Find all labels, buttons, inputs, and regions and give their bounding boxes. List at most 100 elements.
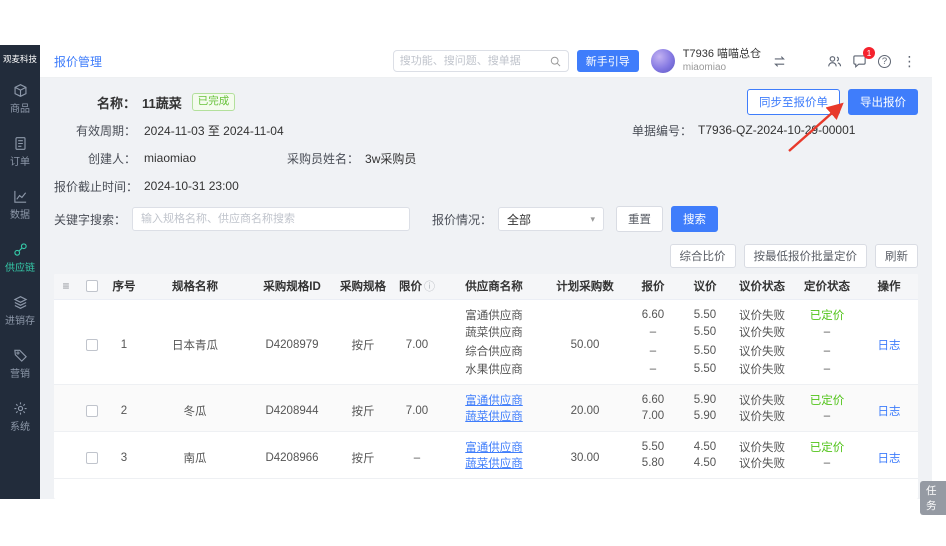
quote-status-select[interactable]: 全部 ▾ (498, 207, 604, 231)
app-logo: 观麦科技 (3, 54, 37, 65)
keyword-input[interactable] (132, 207, 410, 231)
price-status-cell: 已定价 (794, 299, 860, 323)
nego-status-cell: 议价失败 (730, 384, 794, 408)
nego-cell: 4.50 (680, 455, 730, 479)
select-all-checkbox[interactable] (86, 280, 98, 292)
quote-cell: 6.60 (626, 299, 680, 323)
seq-cell: 3 (106, 431, 142, 478)
field-row-period: 有效周期： 2024-11-03 至 2024-11-04 单据编号： T793… (54, 116, 918, 144)
log-link[interactable]: 日志 (878, 340, 901, 352)
planned-qty-cell: 20.00 (544, 384, 626, 431)
nego-status-cell: 议价失败 (730, 455, 794, 479)
supplier-name-link[interactable]: 蔬菜供应商 (444, 408, 544, 432)
account-info[interactable]: T7936 喵喵总仓 miaomiao (683, 48, 761, 73)
unit-cell: 按斤 (336, 299, 390, 384)
sidebar-item-marketing[interactable]: 营销 (0, 338, 40, 391)
page-title: 11蔬菜 (142, 93, 182, 112)
messages-icon[interactable]: 1 (851, 53, 868, 70)
supplier-name-link[interactable]: 富通供应商 (444, 384, 544, 408)
sidebar-item-system[interactable]: 系统 (0, 391, 40, 444)
supplier-name: 蔬菜供应商 (444, 323, 544, 342)
spec-id-cell: D4208979 (248, 299, 336, 384)
row-checkbox[interactable] (86, 452, 98, 464)
creator-label: 创建人： (54, 150, 136, 167)
log-link[interactable]: 日志 (878, 406, 901, 418)
nego-cell: 5.50 (680, 361, 730, 385)
sync-to-quote-button[interactable]: 同步至报价单 (747, 89, 840, 115)
nego-status-cell: 议价失败 (730, 408, 794, 432)
sidebar-item-orders[interactable]: 订单 (0, 126, 40, 179)
planned-qty-cell: 50.00 (544, 299, 626, 384)
search-button[interactable]: 搜索 (671, 206, 718, 232)
quote-table: ≡ 序号 规格名称 采购规格ID 采购规格 限价ⓘ 供应商名称 计划采购数 报价… (54, 274, 918, 479)
sidebar: 观麦科技 商品 订单 数据 供应链 进销存 (0, 45, 40, 499)
app-window: 观麦科技 商品 订单 数据 供应链 进销存 (0, 45, 932, 499)
col-spec-name: 规格名称 (142, 274, 248, 299)
supplier-name-link[interactable]: 蔬菜供应商 (444, 455, 544, 479)
help-icon[interactable]: ? (876, 53, 893, 70)
sidebar-item-data[interactable]: 数据 (0, 179, 40, 232)
unit-cell: 按斤 (336, 431, 390, 478)
status-badge: 已完成 (192, 93, 236, 111)
sidebar-item-inventory[interactable]: 进销存 (0, 285, 40, 338)
chevron-down-icon: ▾ (591, 214, 596, 225)
sidebar-item-goods[interactable]: 商品 (0, 73, 40, 126)
sidebar-item-supply-chain[interactable]: 供应链 (0, 232, 40, 285)
limit-price-cell: 7.00 (390, 299, 444, 384)
actions-cell: 日志 (860, 299, 918, 384)
more-menu-icon[interactable]: ⋮ (901, 53, 918, 70)
task-floating-tag[interactable]: 任务 (920, 481, 946, 515)
search-icon[interactable] (549, 55, 562, 68)
export-quote-button[interactable]: 导出报价 (848, 89, 918, 115)
row-checkbox[interactable] (86, 339, 98, 351)
table-row: 2 冬瓜 D4208944 按斤 7.00 富通供应商 20.00 6.60 5… (54, 384, 918, 408)
period-label: 有效周期： (54, 122, 136, 139)
info-icon[interactable]: ⓘ (424, 281, 435, 293)
table-row: 3 南瓜 D4208966 按斤 – 富通供应商 30.00 5.50 4.50… (54, 431, 918, 455)
quote-cell: – (626, 323, 680, 342)
deadline-value: 2024-10-31 23:00 (144, 179, 239, 193)
title-row: 名称： 11蔬菜 已完成 同步至报价单 导出报价 (54, 88, 918, 116)
row-checkbox[interactable] (86, 405, 98, 417)
reset-button[interactable]: 重置 (616, 206, 663, 232)
col-unit: 采购规格 (336, 274, 390, 299)
spec-id-cell: D4208944 (248, 384, 336, 431)
spec-name-cell: 日本青瓜 (142, 299, 248, 384)
supplier-name-link[interactable]: 富通供应商 (444, 431, 544, 455)
supplier-name: 综合供应商 (444, 342, 544, 361)
main-area: 报价管理 新手引导 T7936 喵喵总仓 miaomiao 1 ? ⋮ (40, 45, 932, 499)
limit-price-cell: 7.00 (390, 384, 444, 431)
supplier-name: 富通供应商 (444, 299, 544, 323)
nego-cell: 5.50 (680, 342, 730, 361)
price-status-cell: 已定价 (794, 431, 860, 455)
batch-lowest-price-button[interactable]: 按最低报价批量定价 (744, 244, 868, 268)
orders-icon (13, 136, 28, 154)
col-supplier: 供应商名称 (444, 274, 544, 299)
nego-status-cell: 议价失败 (730, 342, 794, 361)
contacts-icon[interactable] (826, 53, 843, 70)
breadcrumb[interactable]: 报价管理 (54, 53, 102, 70)
compare-prices-button[interactable]: 综合比价 (670, 244, 736, 268)
log-link[interactable]: 日志 (878, 453, 901, 465)
quote-table-card: ≡ 序号 规格名称 采购规格ID 采购规格 限价ⓘ 供应商名称 计划采购数 报价… (54, 274, 918, 499)
field-row-creator: 创建人： miaomiao 采购员姓名： 3w采购员 (54, 144, 918, 172)
guide-button[interactable]: 新手引导 (577, 50, 639, 72)
refresh-button[interactable]: 刷新 (875, 244, 918, 268)
quote-cell: 5.50 (626, 431, 680, 455)
price-status-cell: – (794, 323, 860, 342)
col-seq: 序号 (106, 274, 142, 299)
quote-cell: 7.00 (626, 408, 680, 432)
unit-cell: 按斤 (336, 384, 390, 431)
supplier-name: 水果供应商 (444, 361, 544, 385)
nego-status-cell: 议价失败 (730, 361, 794, 385)
avatar[interactable] (651, 49, 675, 73)
expand-all-header[interactable]: ≡ (54, 274, 78, 299)
global-search-input[interactable] (400, 55, 549, 67)
switch-account-icon[interactable] (771, 53, 788, 70)
checkbox-cell (78, 431, 106, 478)
nego-cell: 5.50 (680, 299, 730, 323)
quote-status-value: 全部 (507, 211, 531, 228)
actions-cell: 日志 (860, 431, 918, 478)
account-username: miaomiao (683, 62, 761, 74)
select-all-header (78, 274, 106, 299)
